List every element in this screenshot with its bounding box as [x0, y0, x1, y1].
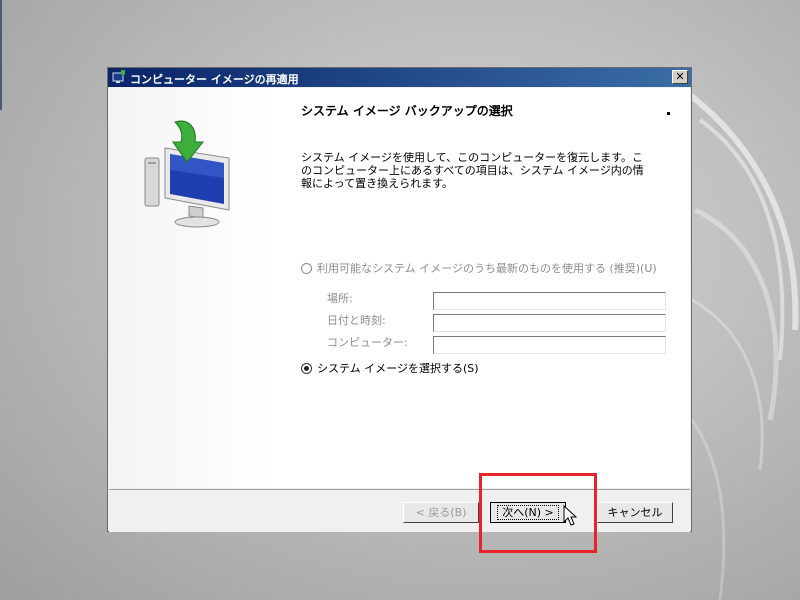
- restore-dialog: コンピューター イメージの再適用 ✕ システム イメージ バックアップの選択 シ…: [107, 67, 692, 532]
- select-image-label: システム イメージを選択する(S): [317, 362, 479, 375]
- use-latest-image-radio[interactable]: 利用可能なシステム イメージのうち最新のものを使用する (推奨)(U): [301, 260, 657, 276]
- window-title: コンピューター イメージの再適用: [130, 73, 299, 86]
- use-latest-image-label: 利用可能なシステム イメージのうち最新のものを使用する (推奨)(U): [317, 262, 657, 275]
- datetime-label: 日付と時刻:: [327, 314, 386, 327]
- close-button[interactable]: ✕: [672, 70, 688, 84]
- cancel-button[interactable]: キャンセル: [597, 502, 673, 523]
- location-label: 場所:: [327, 292, 353, 305]
- select-image-radio[interactable]: システム イメージを選択する(S): [301, 360, 479, 376]
- page-heading: システム イメージ バックアップの選択: [301, 104, 513, 118]
- page-description: システム イメージを使用して、このコンピューターを復元します。このコンピューター…: [301, 151, 644, 190]
- computer-label: コンピューター:: [327, 336, 408, 349]
- computer-restore-arrow-icon: [144, 120, 230, 228]
- datetime-field: [433, 314, 666, 332]
- wizard-content: システム イメージ バックアップの選択 システム イメージを使用して、このコンピ…: [109, 88, 690, 488]
- computer-field: [433, 336, 666, 354]
- highlight-box: [479, 473, 597, 553]
- location-field: [433, 292, 666, 310]
- mouse-pointer-icon: [563, 505, 577, 526]
- side-panel: [109, 88, 276, 488]
- restore-computer-icon: [112, 70, 125, 83]
- desktop-edge: [0, 0, 2, 110]
- radio-indicator-selected: [301, 363, 312, 374]
- decorative-dot: [667, 112, 670, 115]
- button-bar: < 戻る(B) 次へ(N) > キャンセル: [109, 489, 690, 532]
- back-button[interactable]: < 戻る(B): [403, 502, 479, 523]
- radio-indicator: [301, 263, 312, 274]
- title-bar[interactable]: コンピューター イメージの再適用 ✕: [108, 68, 691, 87]
